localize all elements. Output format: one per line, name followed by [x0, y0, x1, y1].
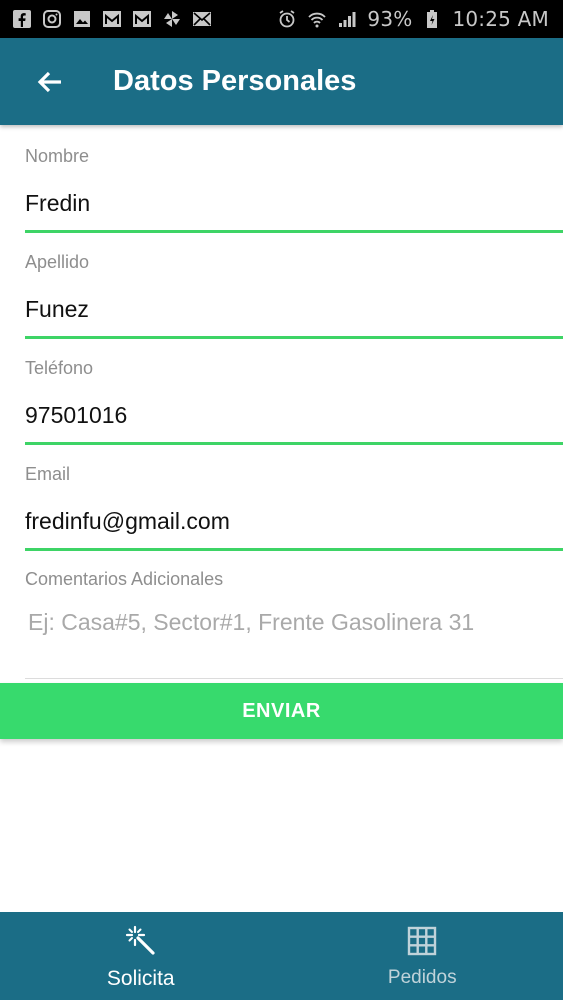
telefono-label: Teléfono	[25, 358, 94, 378]
grid-icon	[406, 925, 438, 957]
telefono-underline	[25, 442, 563, 445]
nombre-field: Nombre	[25, 145, 563, 233]
alarm-icon	[277, 9, 297, 29]
email-input[interactable]	[25, 506, 563, 536]
battery-percent: 93%	[367, 7, 413, 31]
instagram-icon	[42, 9, 62, 29]
telefono-field: Teléfono	[25, 357, 563, 445]
nombre-underline	[25, 230, 563, 233]
email-underline	[25, 548, 563, 551]
facebook-icon	[12, 9, 32, 29]
page-title: Datos Personales	[113, 65, 357, 97]
nav-label-solicita: Solicita	[106, 967, 175, 990]
comentarios-input[interactable]	[25, 607, 563, 643]
email-field: Email	[25, 463, 563, 551]
enviar-button[interactable]: ENVIAR	[0, 683, 563, 739]
app-bar: Datos Personales	[0, 38, 563, 125]
email-label: Email	[25, 464, 71, 484]
mail-icon	[192, 9, 212, 29]
wifi-icon	[307, 9, 327, 29]
arrow-back-icon	[37, 71, 61, 92]
nombre-label: Nombre	[25, 146, 90, 166]
apellido-label: Apellido	[25, 252, 90, 272]
bottom-nav: Solicita Pedidos	[0, 912, 563, 1000]
battery-icon	[422, 9, 442, 29]
apellido-input[interactable]	[25, 294, 563, 324]
apellido-underline	[25, 336, 563, 339]
comentarios-label: Comentarios Adicionales	[25, 569, 224, 589]
magic-wand-icon	[125, 925, 157, 957]
notification-icons	[12, 9, 212, 29]
gmail-icon	[102, 9, 122, 29]
clock: 10:25 AM	[452, 7, 549, 31]
nombre-input[interactable]	[25, 188, 563, 218]
pinwheel-icon	[162, 9, 182, 29]
nav-item-pedidos[interactable]: Pedidos	[282, 912, 563, 1000]
nav-label-pedidos: Pedidos	[387, 967, 457, 988]
comentarios-field: Comentarios Adicionales	[25, 568, 563, 679]
nav-item-solicita[interactable]: Solicita	[0, 912, 282, 1000]
apellido-field: Apellido	[25, 251, 563, 339]
gmail-icon	[132, 9, 152, 29]
back-button[interactable]	[20, 52, 80, 112]
signal-icon	[337, 9, 357, 29]
status-bar: 93% 10:25 AM	[0, 0, 563, 38]
telefono-input[interactable]	[25, 400, 563, 430]
image-icon	[72, 9, 92, 29]
comentarios-underline	[25, 678, 563, 679]
system-status: 93% 10:25 AM	[277, 7, 549, 31]
